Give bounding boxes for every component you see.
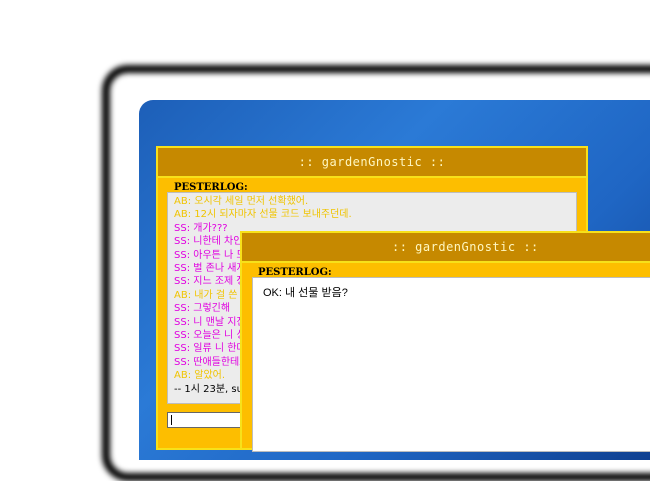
chat-line: AB: 12시 되자마자 선물 코드 보내주던데. (174, 209, 352, 221)
window-title-bar[interactable]: :: gardenGnostic :: (242, 233, 650, 263)
chat-log[interactable]: OK: 내 선물 받음? (252, 277, 650, 452)
window-title: :: gardenGnostic :: (392, 240, 539, 254)
chat-line: AB: 오시각 세일 먼저 선확했어. (174, 196, 309, 207)
chat-message: OK: 내 선물 받음? (263, 287, 348, 299)
window-title: :: gardenGnostic :: (298, 155, 446, 169)
chat-window-front[interactable]: :: gardenGnostic :: PESTERLOG: OK: 내 선물 … (240, 231, 650, 452)
window-title-bar[interactable]: :: gardenGnostic :: (158, 148, 586, 178)
text-caret (171, 415, 172, 425)
